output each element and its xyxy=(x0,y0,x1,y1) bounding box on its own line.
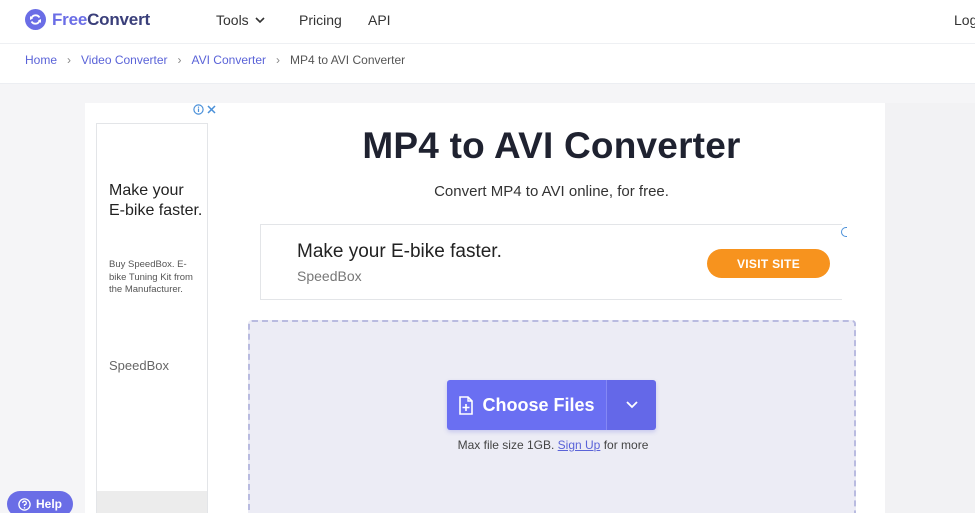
logo-icon xyxy=(25,9,46,30)
side-ad-brand: SpeedBox xyxy=(109,358,169,373)
choose-files-label: Choose Files xyxy=(482,394,595,415)
question-icon xyxy=(18,497,31,511)
nav-login[interactable]: Log xyxy=(954,12,975,28)
breadcrumb-avi-converter[interactable]: AVI Converter xyxy=(192,53,266,67)
file-dropzone[interactable]: Choose Files Max file size 1GB. Sign Up … xyxy=(248,320,856,513)
chevron-right-icon: › xyxy=(177,53,182,67)
visit-site-button[interactable]: VISIT SITE xyxy=(707,249,830,278)
chevron-right-icon: › xyxy=(67,53,72,67)
freeconvert-logo[interactable]: FreeConvert xyxy=(25,9,150,30)
top-navigation-bar: FreeConvert Tools Pricing API Log xyxy=(0,0,975,44)
banner-ad-brand: SpeedBox xyxy=(297,268,362,284)
nav-api[interactable]: API xyxy=(368,12,391,28)
breadcrumb-home[interactable]: Home xyxy=(25,53,57,67)
chevron-right-icon: › xyxy=(276,53,280,67)
max-size-text: Max file size 1GB. xyxy=(457,438,555,452)
add-file-icon xyxy=(459,395,474,415)
right-gutter xyxy=(885,103,975,513)
banner-ad[interactable]: Make your E-bike faster. SpeedBox VISIT … xyxy=(260,224,847,300)
converter-panel: MP4 to AVI Converter Convert MP4 to AVI … xyxy=(218,103,885,513)
breadcrumb-video-converter[interactable]: Video Converter xyxy=(81,53,168,67)
info-icon[interactable] xyxy=(193,104,204,115)
upload-source-dropdown[interactable] xyxy=(606,380,656,430)
page-subtitle: Convert MP4 to AVI online, for free. xyxy=(434,183,669,200)
max-file-size-note: Max file size 1GB. Sign Up for more xyxy=(250,438,856,452)
page-title: MP4 to AVI Converter xyxy=(362,125,741,166)
ad-info-icon[interactable] xyxy=(841,227,847,237)
side-ad[interactable]: Make your E-bike faster. Buy SpeedBox. E… xyxy=(96,123,208,513)
side-ad-description: Buy SpeedBox. E-bike Tuning Kit from the… xyxy=(109,259,193,295)
choose-files-button[interactable]: Choose Files xyxy=(447,380,606,430)
banner-ad-headline: Make your E-bike faster. xyxy=(297,241,502,262)
side-ad-footer xyxy=(97,491,207,513)
brand-name: FreeConvert xyxy=(52,9,150,29)
nav-tools-label: Tools xyxy=(216,12,249,28)
help-label: Help xyxy=(35,497,62,511)
side-ad-headline: Make your E-bike faster. xyxy=(109,182,203,219)
breadcrumb-current: MP4 to AVI Converter xyxy=(290,53,406,67)
help-button[interactable]: Help xyxy=(7,491,73,513)
chevron-down-icon xyxy=(625,401,638,409)
chevron-down-icon xyxy=(255,16,265,23)
max-size-suffix: for more xyxy=(603,438,649,452)
breadcrumb: Home › Video Converter › AVI Converter ›… xyxy=(25,53,405,67)
sign-up-link[interactable]: Sign Up xyxy=(558,438,601,452)
breadcrumb-bar: Home › Video Converter › AVI Converter ›… xyxy=(0,44,975,84)
choose-files-group: Choose Files xyxy=(447,380,656,430)
ad-choices[interactable] xyxy=(193,104,216,115)
nav-pricing[interactable]: Pricing xyxy=(299,12,342,28)
close-icon[interactable] xyxy=(207,105,216,114)
nav-tools[interactable]: Tools xyxy=(216,12,265,28)
